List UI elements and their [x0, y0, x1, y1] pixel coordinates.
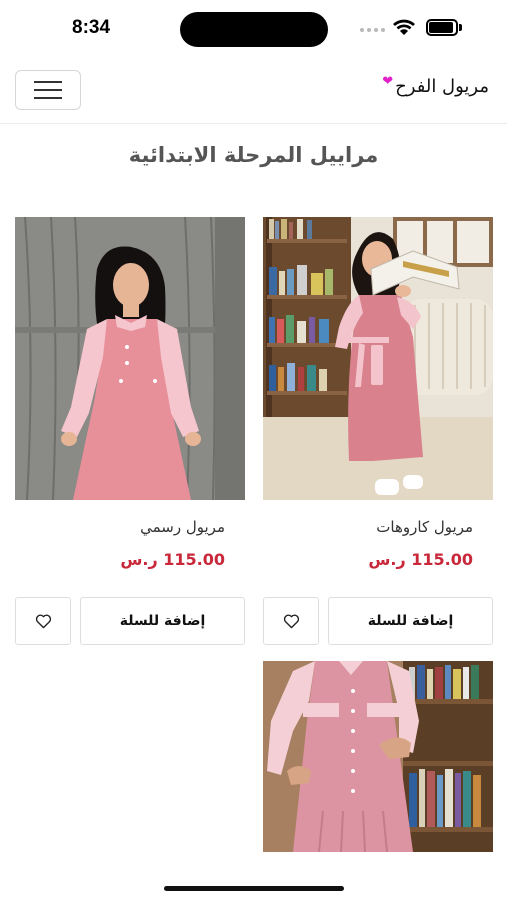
- status-bar: 8:34: [0, 0, 507, 56]
- wishlist-button[interactable]: [263, 597, 319, 645]
- add-to-cart-button[interactable]: إضافة للسلة: [80, 597, 245, 645]
- hamburger-menu-icon[interactable]: [15, 70, 81, 110]
- app-header: مريول الفرح ❤: [0, 60, 507, 124]
- product-name[interactable]: مريول كاروهات: [263, 518, 493, 536]
- product-name[interactable]: مريول رسمي: [15, 518, 245, 536]
- product-image[interactable]: [263, 661, 493, 852]
- product-card-third[interactable]: [263, 661, 493, 852]
- heart-icon: ❤: [382, 74, 394, 89]
- product-image[interactable]: [15, 217, 245, 500]
- cellular-signal-icon: [360, 28, 385, 32]
- heart-outline-icon: [35, 614, 51, 628]
- add-to-cart-button[interactable]: إضافة للسلة: [328, 597, 493, 645]
- dynamic-island: [180, 12, 328, 47]
- page-title: مراييل المرحلة الابتدائية: [128, 143, 379, 167]
- status-time: 8:34: [72, 17, 111, 38]
- home-indicator: [164, 886, 344, 891]
- product-card-formal[interactable]: مريول رسمي 115.00 ر.س إضافة للسلة: [15, 217, 245, 645]
- wifi-icon: [393, 19, 415, 35]
- product-card-checkered[interactable]: مريول كاروهات 115.00 ر.س إضافة للسلة: [263, 217, 493, 645]
- heart-outline-icon: [283, 614, 299, 628]
- wishlist-button[interactable]: [15, 597, 71, 645]
- brand-logo[interactable]: مريول الفرح ❤: [382, 74, 489, 97]
- card-actions: إضافة للسلة: [15, 597, 245, 645]
- product-image[interactable]: [263, 217, 493, 500]
- battery-icon: [426, 19, 462, 36]
- card-actions: إضافة للسلة: [263, 597, 493, 645]
- product-price: 115.00 ر.س: [368, 550, 473, 569]
- product-price: 115.00 ر.س: [120, 550, 225, 569]
- brand-name: مريول الفرح: [395, 76, 489, 97]
